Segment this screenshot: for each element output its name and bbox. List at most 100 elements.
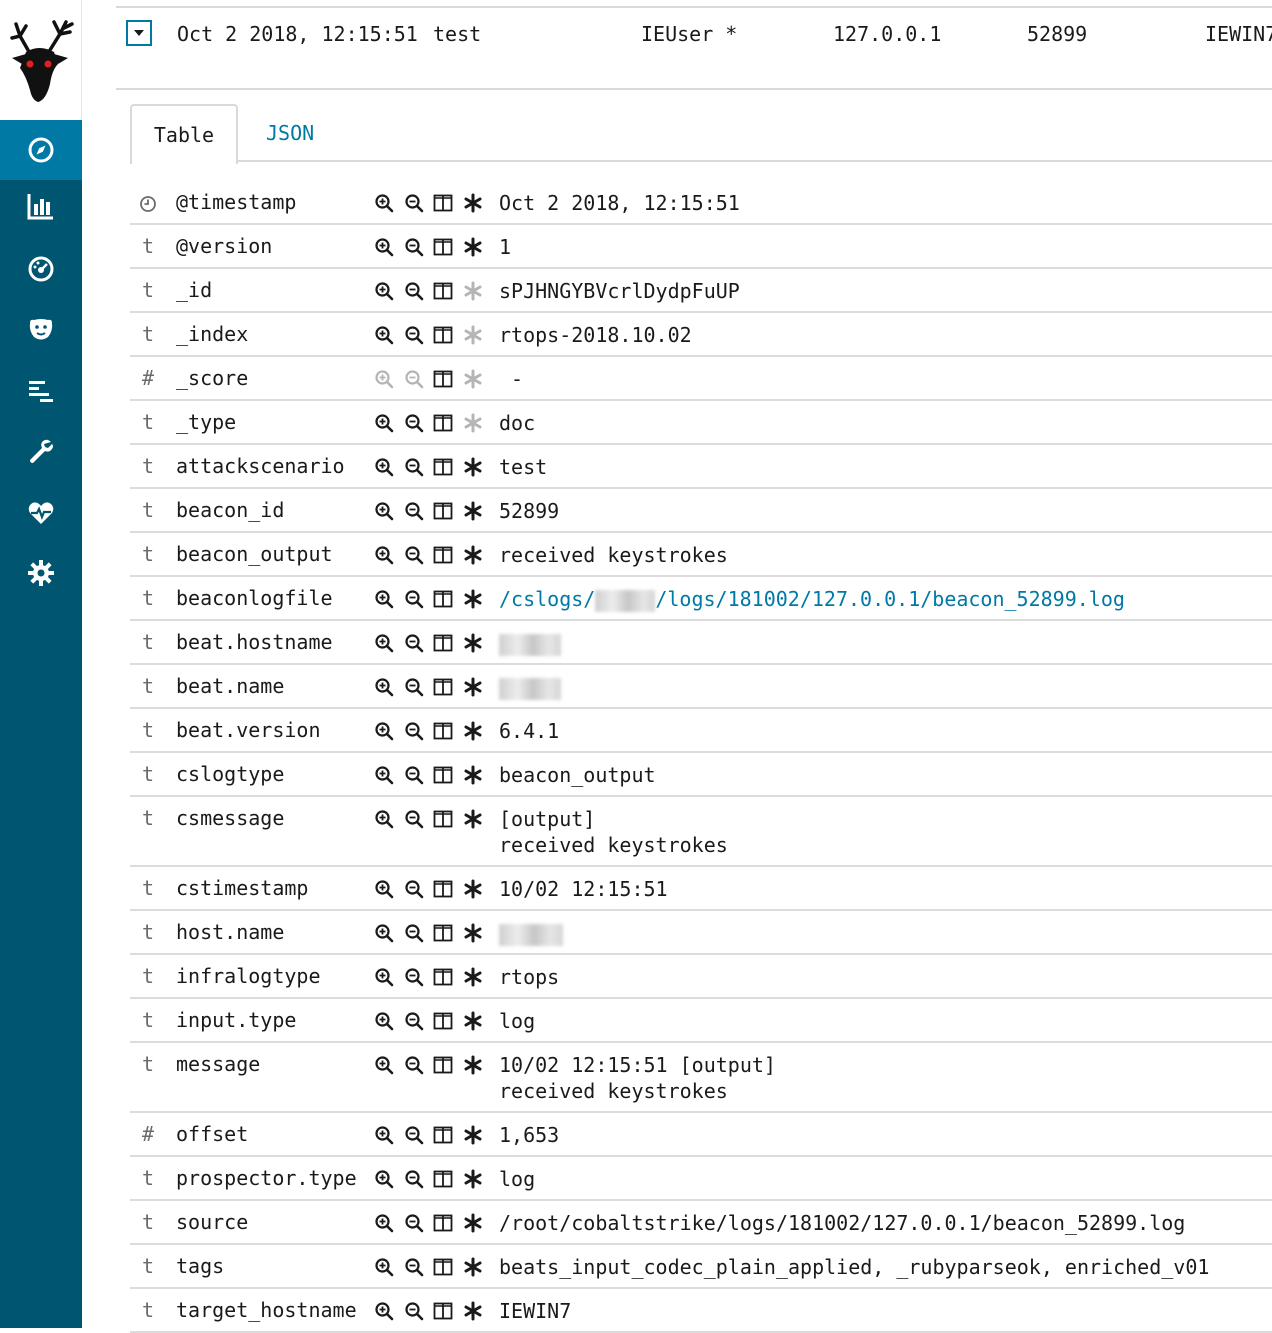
toggle-column-button[interactable] xyxy=(433,677,463,697)
toggle-column-button[interactable] xyxy=(433,589,463,609)
filter-field-present-button[interactable] xyxy=(463,677,493,697)
toggle-column-button[interactable] xyxy=(433,1213,463,1233)
filter-for-value-button[interactable] xyxy=(374,325,404,345)
filter-out-value-button[interactable] xyxy=(404,369,434,389)
filter-out-value-button[interactable] xyxy=(404,457,434,477)
filter-out-value-button[interactable] xyxy=(404,1257,434,1277)
filter-out-value-button[interactable] xyxy=(404,1055,434,1075)
filter-field-present-button[interactable] xyxy=(463,1257,493,1277)
toggle-column-button[interactable] xyxy=(433,1169,463,1189)
filter-field-present-button[interactable] xyxy=(463,281,493,301)
filter-out-value-button[interactable] xyxy=(404,633,434,653)
filter-field-present-button[interactable] xyxy=(463,923,493,943)
filter-for-value-button[interactable] xyxy=(374,1011,404,1031)
filter-for-value-button[interactable] xyxy=(374,237,404,257)
filter-out-value-button[interactable] xyxy=(404,809,434,829)
filter-field-present-button[interactable] xyxy=(463,721,493,741)
filter-for-value-button[interactable] xyxy=(374,923,404,943)
tab-json[interactable]: JSON xyxy=(266,104,314,162)
filter-out-value-button[interactable] xyxy=(404,967,434,987)
filter-out-value-button[interactable] xyxy=(404,1301,434,1321)
filter-field-present-button[interactable] xyxy=(463,237,493,257)
filter-for-value-button[interactable] xyxy=(374,413,404,433)
tab-table[interactable]: Table xyxy=(130,104,238,164)
filter-field-present-button[interactable] xyxy=(463,413,493,433)
toggle-column-button[interactable] xyxy=(433,879,463,899)
filter-out-value-button[interactable] xyxy=(404,765,434,785)
filter-out-value-button[interactable] xyxy=(404,325,434,345)
toggle-column-button[interactable] xyxy=(433,545,463,565)
toggle-column-button[interactable] xyxy=(433,1055,463,1075)
toggle-column-button[interactable] xyxy=(433,457,463,477)
toggle-column-button[interactable] xyxy=(433,967,463,987)
filter-out-value-button[interactable] xyxy=(404,589,434,609)
filter-for-value-button[interactable] xyxy=(374,1257,404,1277)
filter-field-present-button[interactable] xyxy=(463,193,493,213)
filter-for-value-button[interactable] xyxy=(374,809,404,829)
filter-out-value-button[interactable] xyxy=(404,721,434,741)
filter-for-value-button[interactable] xyxy=(374,1055,404,1075)
filter-out-value-button[interactable] xyxy=(404,413,434,433)
filter-for-value-button[interactable] xyxy=(374,1125,404,1145)
filter-for-value-button[interactable] xyxy=(374,369,404,389)
filter-out-value-button[interactable] xyxy=(404,1169,434,1189)
filter-for-value-button[interactable] xyxy=(374,281,404,301)
filter-for-value-button[interactable] xyxy=(374,193,404,213)
filter-out-value-button[interactable] xyxy=(404,545,434,565)
toggle-column-button[interactable] xyxy=(433,325,463,345)
nav-visualize[interactable] xyxy=(0,176,82,236)
filter-out-value-button[interactable] xyxy=(404,237,434,257)
filter-for-value-button[interactable] xyxy=(374,633,404,653)
nav-dev-tools[interactable] xyxy=(0,421,82,481)
filter-out-value-button[interactable] xyxy=(404,281,434,301)
toggle-column-button[interactable] xyxy=(433,193,463,213)
filter-out-value-button[interactable] xyxy=(404,923,434,943)
nav-monitoring[interactable] xyxy=(0,483,82,543)
toggle-column-button[interactable] xyxy=(433,1301,463,1321)
filter-field-present-button[interactable] xyxy=(463,1011,493,1031)
filter-field-present-button[interactable] xyxy=(463,325,493,345)
filter-for-value-button[interactable] xyxy=(374,879,404,899)
toggle-column-button[interactable] xyxy=(433,237,463,257)
filter-field-present-button[interactable] xyxy=(463,809,493,829)
filter-field-present-button[interactable] xyxy=(463,879,493,899)
filter-for-value-button[interactable] xyxy=(374,721,404,741)
filter-out-value-button[interactable] xyxy=(404,879,434,899)
filter-for-value-button[interactable] xyxy=(374,967,404,987)
filter-field-present-button[interactable] xyxy=(463,1169,493,1189)
toggle-column-button[interactable] xyxy=(433,281,463,301)
filter-for-value-button[interactable] xyxy=(374,1169,404,1189)
nav-discover[interactable] xyxy=(0,120,82,180)
toggle-column-button[interactable] xyxy=(433,633,463,653)
filter-for-value-button[interactable] xyxy=(374,457,404,477)
filter-for-value-button[interactable] xyxy=(374,501,404,521)
redelk-logo[interactable] xyxy=(0,0,82,120)
filter-field-present-button[interactable] xyxy=(463,633,493,653)
toggle-column-button[interactable] xyxy=(433,809,463,829)
nav-apm[interactable] xyxy=(0,361,82,421)
filter-field-present-button[interactable] xyxy=(463,1055,493,1075)
filter-field-present-button[interactable] xyxy=(463,967,493,987)
toggle-column-button[interactable] xyxy=(433,1125,463,1145)
filter-for-value-button[interactable] xyxy=(374,1213,404,1233)
filter-out-value-button[interactable] xyxy=(404,1213,434,1233)
field-value-link[interactable]: /cslogs/ /logs/181002/127.0.0.1/beacon_52… xyxy=(499,586,1125,612)
filter-field-present-button[interactable] xyxy=(463,501,493,521)
toggle-column-button[interactable] xyxy=(433,1011,463,1031)
filter-for-value-button[interactable] xyxy=(374,545,404,565)
filter-field-present-button[interactable] xyxy=(463,545,493,565)
toggle-column-button[interactable] xyxy=(433,765,463,785)
filter-for-value-button[interactable] xyxy=(374,1301,404,1321)
filter-out-value-button[interactable] xyxy=(404,193,434,213)
filter-out-value-button[interactable] xyxy=(404,1011,434,1031)
filter-field-present-button[interactable] xyxy=(463,1125,493,1145)
nav-timelion[interactable] xyxy=(0,300,82,360)
collapse-toggle-button[interactable] xyxy=(126,20,152,46)
filter-field-present-button[interactable] xyxy=(463,1301,493,1321)
filter-field-present-button[interactable] xyxy=(463,1213,493,1233)
filter-for-value-button[interactable] xyxy=(374,589,404,609)
toggle-column-button[interactable] xyxy=(433,413,463,433)
filter-out-value-button[interactable] xyxy=(404,501,434,521)
toggle-column-button[interactable] xyxy=(433,1257,463,1277)
filter-out-value-button[interactable] xyxy=(404,677,434,697)
